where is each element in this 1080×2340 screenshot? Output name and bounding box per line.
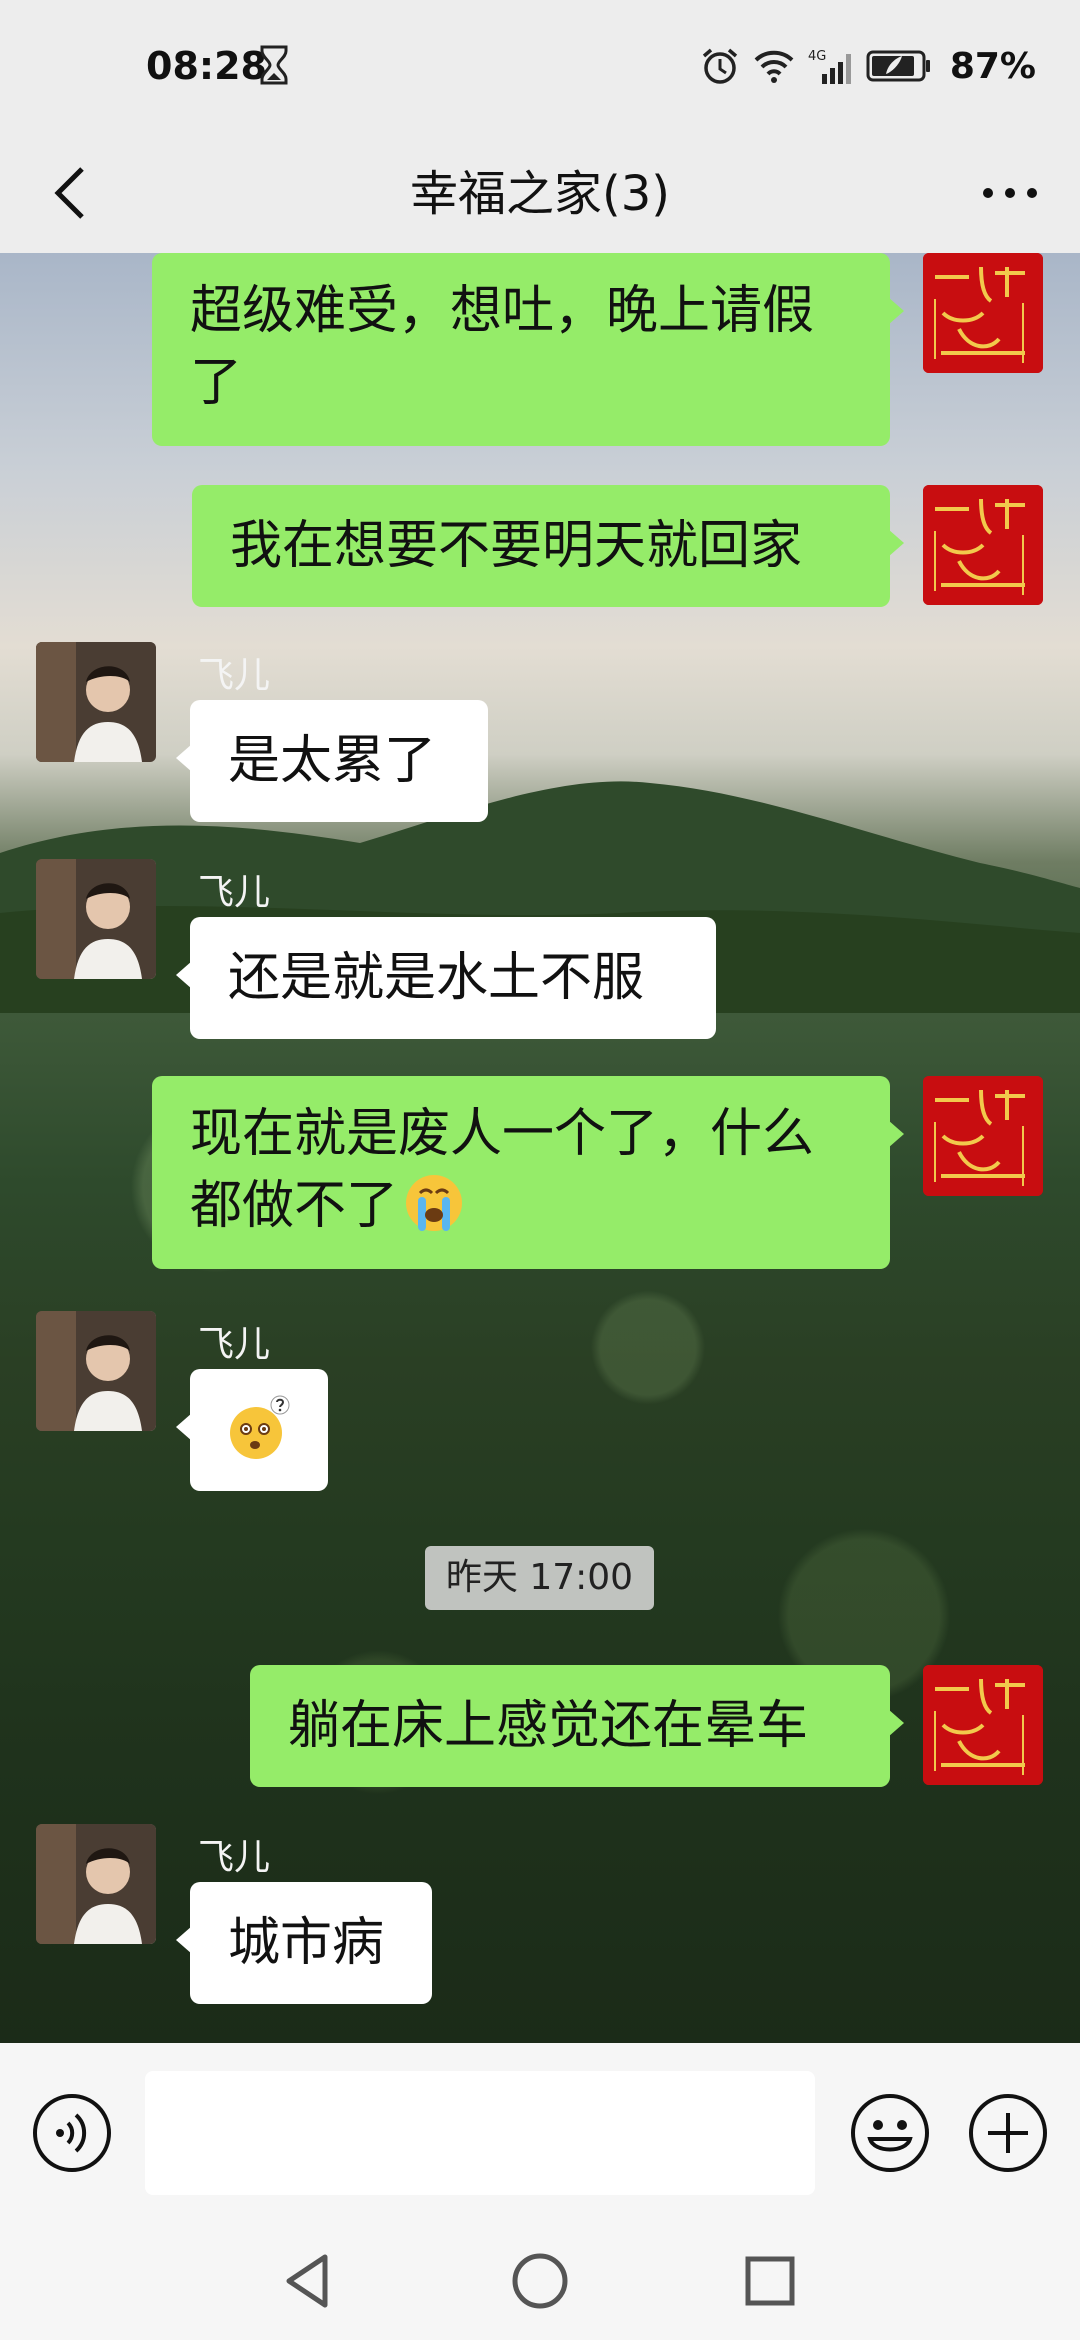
message-bubble-other[interactable]: 是太累了 (176, 700, 488, 822)
nav-home-icon[interactable] (508, 2249, 572, 2313)
nav-back-icon[interactable] (277, 2249, 341, 2313)
crying-face-icon (406, 1175, 463, 1231)
chat-input-bar (0, 2043, 1080, 2223)
seal-avatar-image (923, 485, 1043, 605)
message-text: 是太累了 (228, 731, 437, 791)
battery-icon (866, 50, 930, 82)
status-icons: 4G 87% (700, 44, 1036, 88)
plus-icon[interactable] (966, 2091, 1050, 2175)
sender-name: 飞儿 (198, 655, 271, 696)
network-type-label: 4G (808, 49, 826, 64)
wifi-icon (754, 50, 794, 83)
nav-recents-icon[interactable] (738, 2249, 802, 2313)
sender-name: 飞儿 (198, 1324, 271, 1365)
avatar[interactable] (923, 1665, 1043, 1785)
seal-avatar-image (923, 1076, 1043, 1196)
avatar[interactable] (36, 859, 156, 979)
person-avatar-image (36, 1824, 156, 1944)
hourglass-icon (260, 45, 288, 85)
person-avatar-image (36, 859, 156, 979)
sender-name: 飞儿 (198, 872, 271, 913)
message-text: 躺在床上感觉还在晕车 (288, 1696, 809, 1756)
voice-input-icon[interactable] (30, 2091, 114, 2175)
more-button[interactable] (970, 153, 1050, 233)
signal-icon: 4G (808, 49, 851, 84)
message-timestamp: 昨天 17:00 (425, 1546, 654, 1610)
message-bubble-self[interactable]: 超级难受，想吐，晚上请假了 (152, 253, 904, 446)
avatar[interactable] (923, 253, 1043, 373)
back-button[interactable] (30, 153, 110, 233)
message-text: 现在就是废人一个了，什么都做不了 (190, 1098, 852, 1242)
message-bubble-self[interactable]: 我在想要不要明天就回家 (192, 485, 904, 607)
system-navigation-bar (0, 2223, 1080, 2340)
alarm-icon (702, 48, 737, 84)
avatar[interactable] (36, 642, 156, 762)
message-input[interactable] (145, 2071, 815, 2195)
person-avatar-image (36, 1311, 156, 1431)
emoji-icon[interactable] (848, 2091, 932, 2175)
status-bar: 08:28 4G 87% (0, 0, 1080, 135)
back-arrow-icon (54, 167, 84, 219)
message-text-content: 现在就是废人一个了，什么都做不了 (190, 1104, 815, 1236)
chat-header: 幸福之家(3) (0, 135, 1080, 253)
seal-avatar-image (923, 1665, 1043, 1785)
avatar[interactable] (36, 1311, 156, 1431)
message-bubble-self[interactable]: 现在就是废人一个了，什么都做不了 (152, 1076, 904, 1269)
message-bubble-other[interactable]: 城市病 (176, 1882, 432, 2004)
sender-name: 飞儿 (198, 1837, 271, 1878)
more-dots-icon (983, 188, 1037, 198)
seal-avatar-image (923, 253, 1043, 373)
message-bubble-self[interactable]: 躺在床上感觉还在晕车 (250, 1665, 904, 1787)
avatar[interactable] (923, 485, 1043, 605)
avatar[interactable] (923, 1076, 1043, 1196)
message-text: 我在想要不要明天就回家 (230, 516, 803, 576)
message-bubble-other[interactable]: 还是就是水土不服 (176, 917, 716, 1039)
message-bubble-other[interactable] (176, 1369, 328, 1491)
battery-percent: 87% (949, 45, 1036, 87)
chat-title: 幸福之家(3) (410, 166, 670, 222)
message-text: 城市病 (228, 1913, 385, 1973)
person-avatar-image (36, 642, 156, 762)
message-text: 还是就是水土不服 (228, 948, 645, 1008)
message-text: 超级难受，想吐，晚上请假了 (190, 281, 815, 413)
status-time: 08:28 (146, 44, 267, 88)
avatar[interactable] (36, 1824, 156, 1944)
confused-face-icon (230, 1395, 290, 1459)
chat-message-list[interactable]: 超级难受，想吐，晚上请假了 我在想要不要明天就回家 飞儿 是太累了 飞儿 还是就… (0, 253, 1080, 2043)
